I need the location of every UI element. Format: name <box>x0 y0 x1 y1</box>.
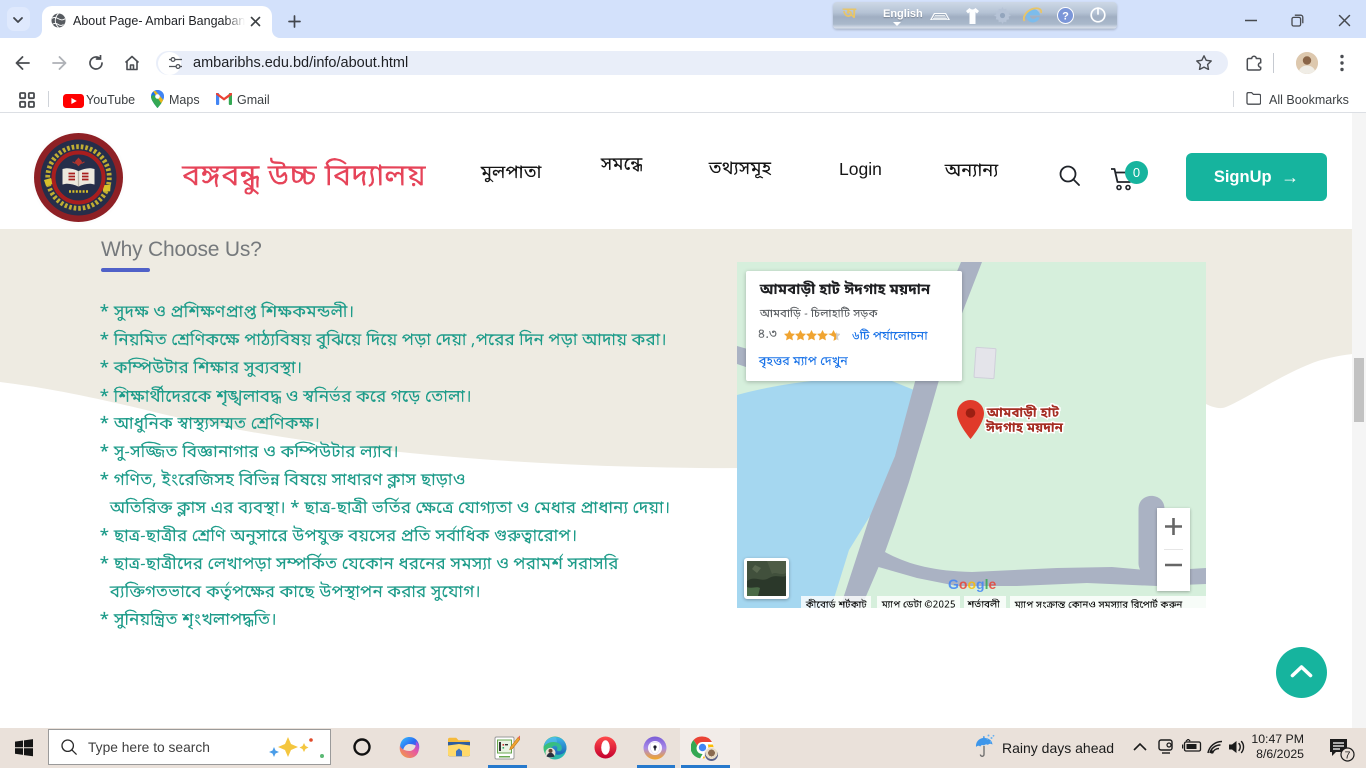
svg-text:Google: Google <box>948 576 996 592</box>
svg-text:?: ? <box>1062 11 1069 23</box>
svg-text:7: 7 <box>1345 750 1351 762</box>
